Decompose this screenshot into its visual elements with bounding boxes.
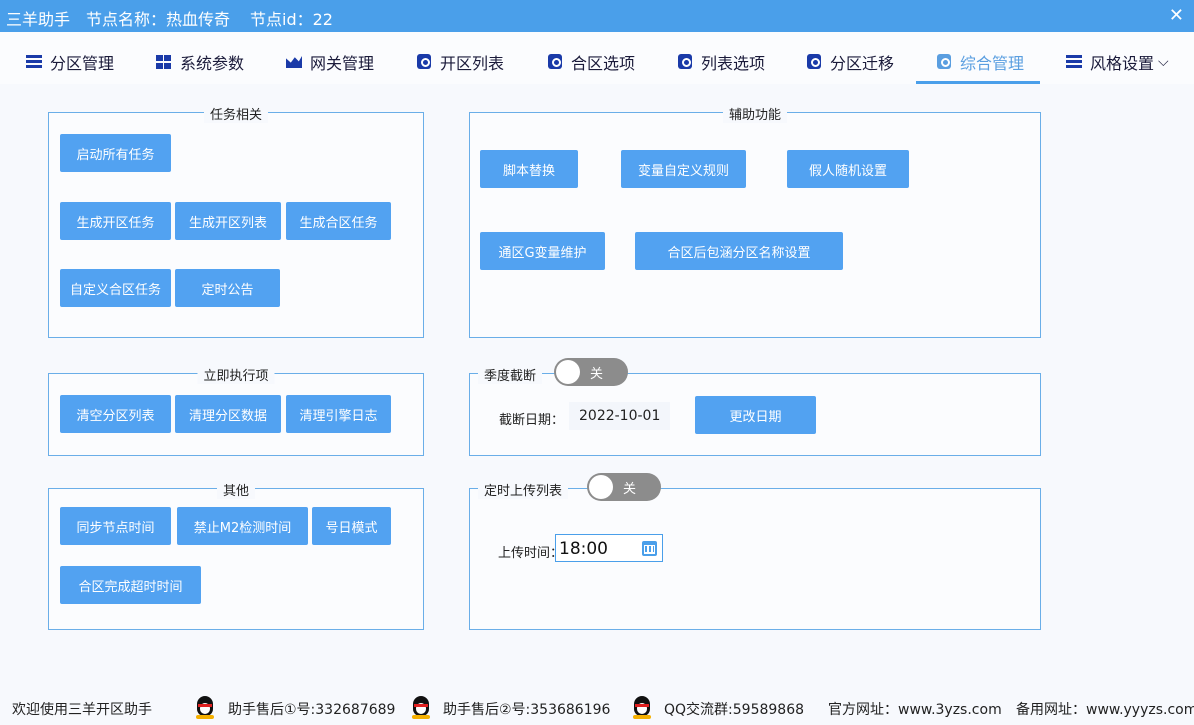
upload-time-input[interactable]: 18:00 [555, 534, 663, 562]
group-title: 季度截断 [478, 365, 543, 384]
calendar-icon[interactable] [642, 541, 657, 556]
status-bar: 欢迎使用三羊开区助手 助手售后①号:332687689 助手售后②号:35368… [0, 690, 1194, 725]
quarter-cutoff-toggle[interactable]: 关 [554, 358, 628, 386]
tab-label: 综合管理 [960, 54, 1025, 73]
list-icon [1066, 54, 1082, 70]
disable-m2-time-check-button[interactable]: 禁止M2检测时间 [177, 507, 308, 545]
immediate-group: 立即执行项 清空分区列表 清理分区数据 清理引擎日志 [48, 365, 424, 456]
generate-open-tasks-button[interactable]: 生成开区任务 [60, 202, 171, 240]
tab-label: 分区迁移 [830, 54, 895, 73]
toggle-label: 关 [623, 482, 637, 497]
area-chart-icon [286, 54, 302, 70]
group-title: 定时上传列表 [478, 480, 569, 499]
scheduled-announcement-button[interactable]: 定时公告 [175, 269, 280, 307]
tab-list-options[interactable]: 列表选项 [677, 42, 765, 82]
day-mode-button[interactable]: 号日模式 [312, 507, 391, 545]
app-title: 三羊助手 [6, 10, 71, 29]
tab-server-list[interactable]: 开区列表 [416, 42, 504, 82]
tab-merge-options[interactable]: 合区选项 [547, 42, 635, 82]
toggle-knob [589, 475, 613, 499]
other-group: 其他 同步节点时间 禁止M2检测时间 号日模式 合区完成超时时间 [48, 480, 424, 630]
tab-partition-management[interactable]: 分区管理 [26, 42, 114, 82]
tab-gateway-management[interactable]: 网关管理 [286, 42, 374, 82]
qq-penguin-icon [631, 696, 653, 720]
tab-label: 合区选项 [571, 54, 636, 73]
backup-website-link[interactable]: 备用网址：www.yyyzs.com [1016, 699, 1194, 719]
node-name: 节点名称：热血传奇 [86, 10, 231, 29]
quarter-cutoff-group: 季度截断 截断日期： 2022-10-01 更改日期 [469, 365, 1041, 456]
support-2-text: 助手售后②号:353686196 [443, 702, 611, 718]
question-icon [936, 54, 952, 70]
script-replace-button[interactable]: 脚本替换 [480, 150, 578, 188]
tab-general-management[interactable]: 综合管理 [915, 42, 1041, 84]
close-icon[interactable]: ✕ [1169, 5, 1184, 26]
aux-group: 辅助功能 脚本替换 变量自定义规则 假人随机设置 通区G变量维护 合区后包涵分区… [469, 104, 1041, 338]
welcome-text: 欢迎使用三羊开区助手 [12, 702, 152, 718]
tab-partition-migration[interactable]: 分区迁移 [806, 42, 894, 82]
global-g-variable-button[interactable]: 通区G变量维护 [480, 232, 605, 270]
task-group: 任务相关 启动所有任务 生成开区任务 生成开区列表 生成合区任务 自定义合区任务… [48, 104, 424, 338]
tab-label: 开区列表 [440, 54, 505, 73]
tab-style-settings[interactable]: 风格设置 ⌵ [1066, 42, 1169, 82]
chevron-down-icon: ⌵ [1158, 54, 1169, 70]
scheduled-upload-group: 定时上传列表 上传时间： 18:00 [469, 480, 1041, 630]
generate-merge-tasks-button[interactable]: 生成合区任务 [286, 202, 391, 240]
cutoff-date-value: 2022-10-01 [569, 402, 671, 430]
merge-timeout-button[interactable]: 合区完成超时时间 [60, 566, 201, 604]
tab-system-params[interactable]: 系统参数 [156, 42, 244, 82]
question-icon [806, 54, 822, 70]
tab-label: 列表选项 [701, 54, 766, 73]
qq-group-text: QQ交流群:59589868 [664, 702, 805, 718]
qq-penguin-icon [410, 696, 432, 720]
group-title: 辅助功能 [722, 104, 788, 123]
upload-time-label: 上传时间： [498, 546, 564, 561]
list-icon [26, 54, 42, 70]
question-icon [677, 54, 693, 70]
variable-custom-rules-button[interactable]: 变量自定义规则 [621, 150, 746, 188]
toggle-knob [556, 360, 580, 384]
tab-bar: 分区管理 系统参数 网关管理 开区列表 合区选项 列表选项 分区迁移 综合管理 … [0, 32, 1194, 84]
tab-label: 风格设置 [1090, 54, 1155, 73]
upload-time-value: 18:00 [559, 539, 608, 559]
clear-partition-list-button[interactable]: 清空分区列表 [60, 395, 171, 433]
qq-penguin-icon [194, 696, 216, 720]
clear-engine-log-button[interactable]: 清理引擎日志 [286, 395, 391, 433]
generate-open-list-button[interactable]: 生成开区列表 [175, 202, 281, 240]
scheduled-upload-toggle[interactable]: 关 [587, 473, 661, 501]
question-icon [547, 54, 563, 70]
custom-merge-tasks-button[interactable]: 自定义合区任务 [60, 269, 171, 307]
toggle-label: 关 [590, 367, 604, 382]
tab-label: 网关管理 [310, 54, 375, 73]
cutoff-date-label: 截断日期： [499, 413, 565, 428]
title-bar: 三羊助手 节点名称：热血传奇 节点id：22 ✕ [0, 0, 1194, 32]
group-title: 立即执行项 [197, 365, 275, 384]
change-date-button[interactable]: 更改日期 [695, 396, 816, 434]
tab-label: 系统参数 [180, 54, 245, 73]
sync-node-time-button[interactable]: 同步节点时间 [60, 507, 171, 545]
question-icon [416, 54, 432, 70]
tab-label: 分区管理 [50, 54, 115, 73]
start-all-tasks-button[interactable]: 启动所有任务 [60, 134, 171, 172]
official-website-link[interactable]: 官方网址：www.3yzs.com [828, 699, 1002, 719]
windows-icon [156, 54, 172, 70]
support-1-text: 助手售后①号:332687689 [228, 702, 396, 718]
node-id: 节点id：22 [250, 10, 333, 29]
fake-player-random-button[interactable]: 假人随机设置 [787, 150, 909, 188]
post-merge-partition-name-button[interactable]: 合区后包涵分区名称设置 [635, 232, 843, 270]
group-title: 其他 [216, 480, 256, 499]
group-title: 任务相关 [203, 104, 269, 123]
clear-partition-data-button[interactable]: 清理分区数据 [175, 395, 281, 433]
